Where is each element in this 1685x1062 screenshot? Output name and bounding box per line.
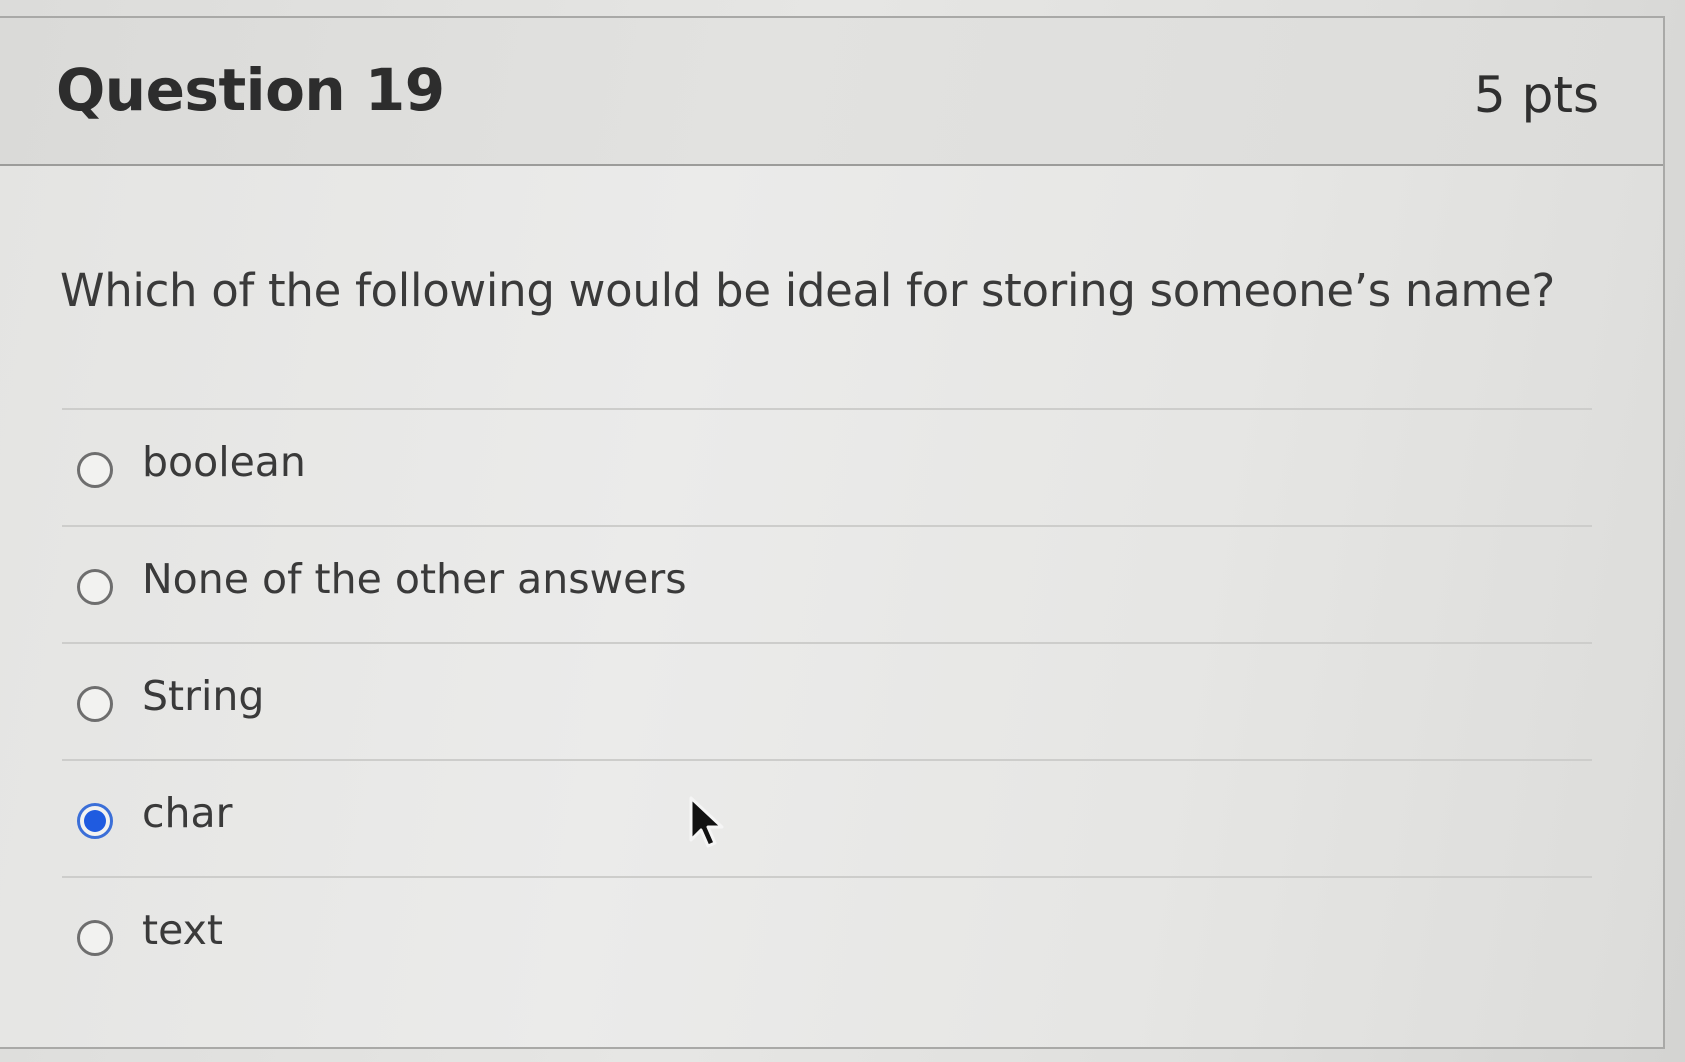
radio-button-selected[interactable] bbox=[77, 803, 113, 839]
question-header: Question 19 5 pts bbox=[0, 18, 1663, 166]
answer-option-char[interactable]: char bbox=[62, 761, 1592, 876]
answer-label[interactable]: boolean bbox=[142, 438, 306, 486]
answer-option-text[interactable]: text bbox=[62, 878, 1592, 993]
answer-option-boolean[interactable]: boolean bbox=[62, 410, 1592, 525]
question-title: Question 19 bbox=[56, 56, 445, 124]
answer-label[interactable]: char bbox=[142, 789, 233, 837]
answer-label[interactable]: text bbox=[142, 906, 223, 954]
answer-option-string[interactable]: String bbox=[62, 644, 1592, 759]
mouse-cursor-icon bbox=[689, 796, 724, 848]
radio-button[interactable] bbox=[77, 569, 113, 605]
radio-button[interactable] bbox=[77, 686, 113, 722]
answer-list: boolean None of the other answers String… bbox=[62, 408, 1592, 993]
answer-option-none[interactable]: None of the other answers bbox=[62, 527, 1592, 642]
answer-label[interactable]: String bbox=[142, 672, 264, 720]
question-points: 5 pts bbox=[1473, 66, 1599, 124]
question-card: Question 19 5 pts Which of the following… bbox=[0, 16, 1665, 1049]
answer-label[interactable]: None of the other answers bbox=[142, 555, 687, 603]
radio-button[interactable] bbox=[77, 920, 113, 956]
radio-button[interactable] bbox=[77, 452, 113, 488]
question-text: Which of the following would be ideal fo… bbox=[60, 264, 1555, 317]
